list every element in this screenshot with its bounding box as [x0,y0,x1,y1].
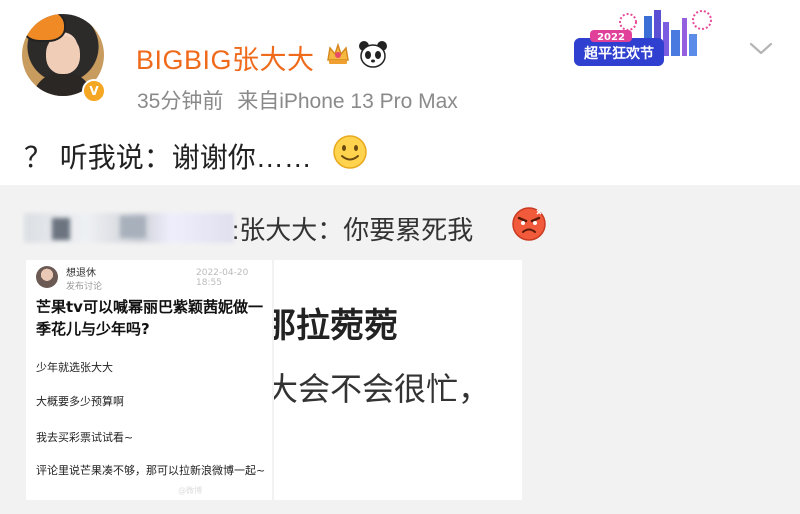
post-time: 35分钟前 [137,90,224,113]
image-watermark: @微博 [178,486,202,495]
image-user-sub: 发布讨论 [66,282,103,292]
angry-emoji-icon [512,207,546,241]
vip-crown-icon [327,42,349,64]
verified-badge-icon: V [82,79,106,103]
post-meta: 35分钟前 来自iPhone 13 Pro Max [137,85,458,115]
blurred-author-part [52,218,70,240]
image-question-title: 芒果tv可以喊幂丽巴紫颖茜妮做一季花儿与少年吗? [36,298,263,338]
image-line: 大概要多少预算啊 [36,395,124,408]
chevron-down-icon[interactable] [748,38,774,58]
blurred-author-part [120,216,146,238]
avatar [36,266,58,288]
image-user-name: 想退休 [66,268,96,279]
smile-emoji-icon [333,135,367,169]
post-text: ？ 听我说：谢谢你…… [24,142,312,173]
post-source[interactable]: 来自iPhone 13 Pro Max [237,90,458,113]
panda-emoji-icon [359,41,387,68]
image-line: 我去买彩票试试看~ [36,431,134,444]
username[interactable]: BIGBIG张大大 [136,38,315,77]
promo-year: 2022 [597,32,625,43]
image-big-text: 那拉菀菀 [274,306,398,346]
promo-banner[interactable]: 2022 超平狂欢节 [570,8,720,70]
image-big-text: 大会不会很忙， [274,370,491,408]
image-post-time: 2022-04-20 18:55 [196,268,249,288]
image-line: 评论里说芒果凑不够，那可以拉新浪微博一起~ [36,464,266,477]
repost-image-1[interactable]: 想退休 发布讨论 2022-04-20 18:55 芒果tv可以喊幂丽巴紫颖茜妮… [26,260,272,500]
promo-text: 超平狂欢节 [583,45,654,62]
repost-text: :张大大：你要累死我 [232,215,474,245]
repost-image-2[interactable]: 那拉菀菀 大会不会很忙， [274,260,522,500]
image-line: 少年就选张大大 [36,361,113,374]
